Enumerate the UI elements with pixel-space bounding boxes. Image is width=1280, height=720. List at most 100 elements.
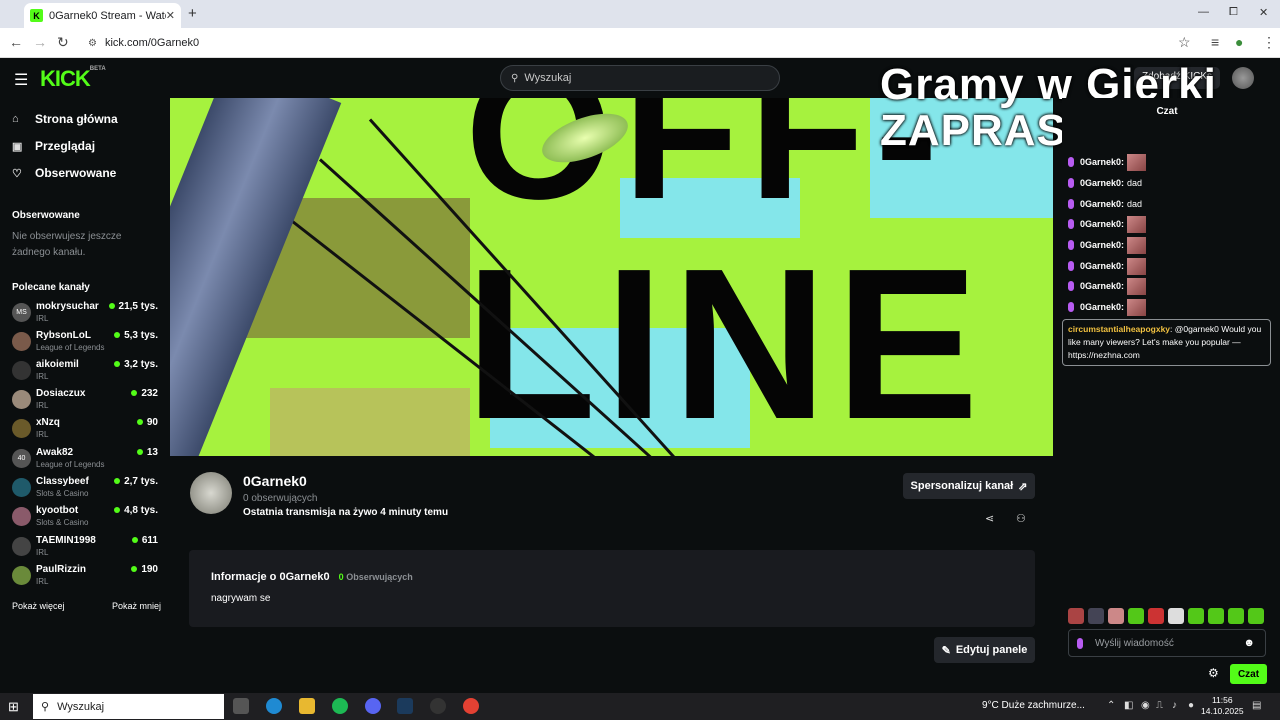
channel-item[interactable]: Dosiaczux IRL 232: [12, 388, 162, 416]
channel-category: IRL: [36, 577, 49, 586]
file-explorer-icon[interactable]: [299, 698, 315, 714]
channel-item[interactable]: PaulRizzin IRL 190: [12, 564, 162, 592]
channel-item[interactable]: TAEMIN1998 IRL 611: [12, 535, 162, 563]
emote-icon[interactable]: [1108, 608, 1124, 624]
reload-icon[interactable]: ↻: [57, 34, 69, 51]
forward-icon[interactable]: →: [33, 34, 47, 50]
kick-logo[interactable]: KICKBETA: [40, 66, 106, 92]
volume-icon[interactable]: ♪: [1172, 700, 1177, 711]
mic-badge-icon: [1068, 219, 1074, 229]
emote-icon[interactable]: [1088, 608, 1104, 624]
sidebar-item-label: Strona główna: [35, 112, 118, 126]
channel-item[interactable]: Classybeef Slots & Casino 2,7 tys.: [12, 476, 162, 504]
new-tab-icon[interactable]: +: [188, 5, 197, 22]
channel-item[interactable]: xNzq IRL 90: [12, 417, 162, 445]
viewer-count: 4,8 tys.: [114, 505, 158, 516]
channel-item[interactable]: aikoiemil IRL 3,2 tys.: [12, 359, 162, 387]
offline-text-top: OFF-: [465, 98, 949, 239]
search-input[interactable]: ⚲ Wyszukaj: [500, 65, 780, 91]
channel-name[interactable]: 0Garnek0: [243, 473, 307, 489]
emote-icon: [1127, 236, 1147, 254]
browser-menu-icon[interactable]: ⋮: [1262, 34, 1276, 51]
sidebar-item-home[interactable]: ⌂ Strona główna: [12, 112, 118, 126]
chat-input[interactable]: Wyślij wiadomość ☻: [1068, 629, 1266, 657]
spotify-icon[interactable]: [332, 698, 348, 714]
address-bar-row: ← → ↻ ⚙ kick.com/0Garnek0 ☆ ≡ ● ⋮: [0, 28, 1280, 58]
sidebar-item-browse[interactable]: ▣ Przeglądaj: [12, 139, 95, 153]
tray-app-icon[interactable]: ●: [1188, 700, 1194, 711]
customize-channel-button[interactable]: Spersonalizuj kanał ⇗: [903, 473, 1035, 499]
emote-icon[interactable]: [1228, 608, 1244, 624]
emoji-picker-icon[interactable]: ☻: [1243, 637, 1255, 649]
maximize-icon[interactable]: ⧠: [1229, 6, 1238, 19]
profile-icon[interactable]: ●: [1235, 34, 1243, 50]
site-info-icon[interactable]: ⚙: [88, 38, 97, 49]
emote-icon[interactable]: [1248, 608, 1264, 624]
pinned-username[interactable]: circumstantialheapogxky: [1068, 324, 1170, 334]
obs-icon[interactable]: [430, 698, 446, 714]
share-icon[interactable]: ⋖: [985, 512, 994, 525]
channel-item[interactable]: MS mokrysuchar IRL 21,5 tys.: [12, 301, 162, 329]
reading-list-icon[interactable]: ≡: [1211, 34, 1219, 50]
about-panel: Informacje o 0Garnek0 0 Obserwujących na…: [189, 550, 1035, 627]
browser-tab[interactable]: K 0Garnek0 Stream - Watch Live ✕: [24, 3, 181, 28]
chrome-icon[interactable]: [463, 698, 479, 714]
tray-chevron-icon[interactable]: ⌃: [1107, 700, 1115, 711]
chat-settings-gear-icon[interactable]: ⚙: [1208, 666, 1219, 680]
os-taskbar: ⊞ ⚲ Wyszukaj 9°C Duże zachmurze... ⌃ ◧ ◉…: [0, 693, 1280, 720]
chat-message: 0Garnek0:: [1068, 215, 1147, 233]
menu-hamburger-icon[interactable]: ☰: [14, 70, 28, 90]
channel-item[interactable]: kyootbot Slots & Casino 4,8 tys.: [12, 505, 162, 533]
viewer-count: 3,2 tys.: [114, 359, 158, 370]
tray-app-icon[interactable]: ◉: [1141, 700, 1150, 711]
viewer-count: 13: [137, 447, 158, 458]
weather-widget[interactable]: 9°C Duże zachmurze...: [982, 700, 1085, 711]
channel-category: IRL: [36, 548, 49, 557]
sidebar-item-following[interactable]: ♡ Obserwowane: [12, 166, 116, 180]
emote-icon: [1127, 215, 1147, 233]
network-icon[interactable]: ⎍: [1156, 700, 1163, 711]
mic-badge-icon: [1068, 240, 1074, 250]
emote-icon[interactable]: [1208, 608, 1224, 624]
emote-icon[interactable]: [1068, 608, 1084, 624]
channel-name: kyootbot: [36, 505, 79, 516]
steam-icon[interactable]: [397, 698, 413, 714]
chat-message: 0Garnek0: dad: [1068, 195, 1142, 213]
edit-panels-button[interactable]: ✎ Edytuj panele: [934, 637, 1035, 663]
channel-name: RybsonLoL: [36, 330, 91, 341]
url-field[interactable]: ⚙ kick.com/0Garnek0: [80, 32, 1200, 54]
channel-name: xNzq: [36, 417, 60, 428]
channel-category: IRL: [36, 401, 49, 410]
show-more-link[interactable]: Pokaż więcej: [12, 601, 65, 611]
back-icon[interactable]: ←: [9, 34, 23, 50]
system-clock[interactable]: 11:56 14.10.2025: [1201, 695, 1244, 717]
taskbar-search[interactable]: ⚲ Wyszukaj: [33, 694, 224, 719]
bookmark-star-icon[interactable]: ☆: [1178, 34, 1191, 51]
manage-users-icon[interactable]: ⚇: [1016, 512, 1026, 525]
pinned-chat-message[interactable]: circumstantialheapogxky: @0garnek0 Would…: [1062, 319, 1271, 366]
emote-icon[interactable]: [1188, 608, 1204, 624]
chat-message: 0Garnek0:: [1068, 257, 1147, 275]
channel-avatar[interactable]: [190, 472, 232, 514]
browser-tab-bar: K 0Garnek0 Stream - Watch Live ✕ + — ⧠ ✕: [0, 0, 1280, 28]
mic-badge-icon: [1068, 302, 1074, 312]
emote-icon[interactable]: [1168, 608, 1184, 624]
close-window-icon[interactable]: ✕: [1259, 6, 1268, 19]
channel-item[interactable]: RybsonLoL League of Legends 5,3 tys.: [12, 330, 162, 358]
discord-icon[interactable]: [365, 698, 381, 714]
windows-start-icon[interactable]: ⊞: [8, 699, 19, 715]
emote-icon[interactable]: [1148, 608, 1164, 624]
emote-icon[interactable]: [1128, 608, 1144, 624]
show-less-link[interactable]: Pokaż mniej: [112, 601, 161, 611]
task-view-icon[interactable]: [233, 698, 249, 714]
channel-item[interactable]: 40 Awak82 League of Legends 13: [12, 447, 162, 475]
close-tab-icon[interactable]: ✕: [166, 9, 175, 22]
tray-app-icon[interactable]: ◧: [1124, 700, 1133, 711]
channel-category: League of Legends: [36, 343, 105, 352]
pencil-icon: ✎: [941, 644, 951, 657]
channel-avatar: 40: [12, 449, 31, 468]
minimize-icon[interactable]: —: [1198, 6, 1209, 18]
chat-send-button[interactable]: Czat: [1230, 664, 1267, 684]
edge-icon[interactable]: [266, 698, 282, 714]
notifications-icon[interactable]: ▤: [1252, 700, 1261, 711]
